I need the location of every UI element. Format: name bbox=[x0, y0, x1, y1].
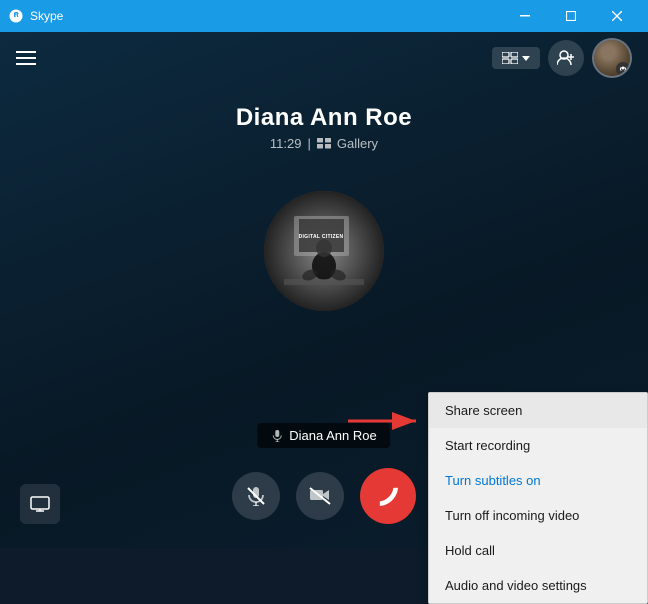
call-area: Diana Ann Roe 11:29 | Gallery bbox=[0, 32, 648, 548]
menu-item-share-screen[interactable]: Share screen bbox=[429, 393, 647, 428]
avatar-badge bbox=[616, 62, 630, 76]
status-separator: | bbox=[307, 136, 310, 151]
center-avatar-inner: DIGITAL CITIZEN bbox=[264, 191, 384, 311]
menu-item-audio-video-settings[interactable]: Audio and video settings bbox=[429, 568, 647, 603]
menu-item-start-recording[interactable]: Start recording bbox=[429, 428, 647, 463]
call-info: Diana Ann Roe 11:29 | Gallery bbox=[236, 104, 412, 151]
maximize-button[interactable] bbox=[548, 0, 594, 32]
center-avatar: DIGITAL CITIZEN bbox=[264, 191, 384, 311]
menu-item-turn-off-incoming-video[interactable]: Turn off incoming video bbox=[429, 498, 647, 533]
end-call-icon bbox=[375, 486, 401, 506]
call-time: 11:29 bbox=[270, 136, 302, 151]
title-bar: Skype bbox=[0, 0, 648, 32]
minimize-button[interactable] bbox=[502, 0, 548, 32]
title-bar-controls bbox=[502, 0, 640, 32]
layout-button[interactable] bbox=[492, 47, 540, 69]
svg-text:DIGITAL CITIZEN: DIGITAL CITIZEN bbox=[299, 234, 344, 240]
menu-item-turn-subtitles-on[interactable]: Turn subtitles on bbox=[429, 463, 647, 498]
mic-icon bbox=[271, 430, 283, 442]
context-menu: Share screen Start recording Turn subtit… bbox=[428, 392, 648, 604]
app-title: Skype bbox=[30, 9, 63, 23]
top-bar bbox=[0, 32, 648, 84]
name-label: Diana Ann Roe bbox=[257, 423, 390, 448]
mic-mute-icon bbox=[246, 486, 266, 506]
participant-name: Diana Ann Roe bbox=[289, 428, 376, 443]
gallery-label: Gallery bbox=[337, 136, 378, 151]
video-mute-icon bbox=[309, 487, 331, 505]
end-call-button[interactable] bbox=[360, 468, 416, 524]
video-off-button[interactable] bbox=[296, 472, 344, 520]
hamburger-menu[interactable] bbox=[16, 51, 36, 65]
skype-icon bbox=[8, 8, 24, 24]
add-person-button[interactable] bbox=[548, 40, 584, 76]
mute-button[interactable] bbox=[232, 472, 280, 520]
avatar-photo: DIGITAL CITIZEN bbox=[264, 191, 384, 311]
gallery-icon bbox=[317, 138, 331, 149]
top-right-controls bbox=[492, 38, 632, 78]
close-button[interactable] bbox=[594, 0, 640, 32]
user-avatar bbox=[592, 38, 632, 78]
call-status: 11:29 | Gallery bbox=[236, 136, 412, 151]
menu-item-hold-call[interactable]: Hold call bbox=[429, 533, 647, 568]
title-bar-left: Skype bbox=[8, 8, 63, 24]
caller-name: Diana Ann Roe bbox=[236, 104, 412, 132]
